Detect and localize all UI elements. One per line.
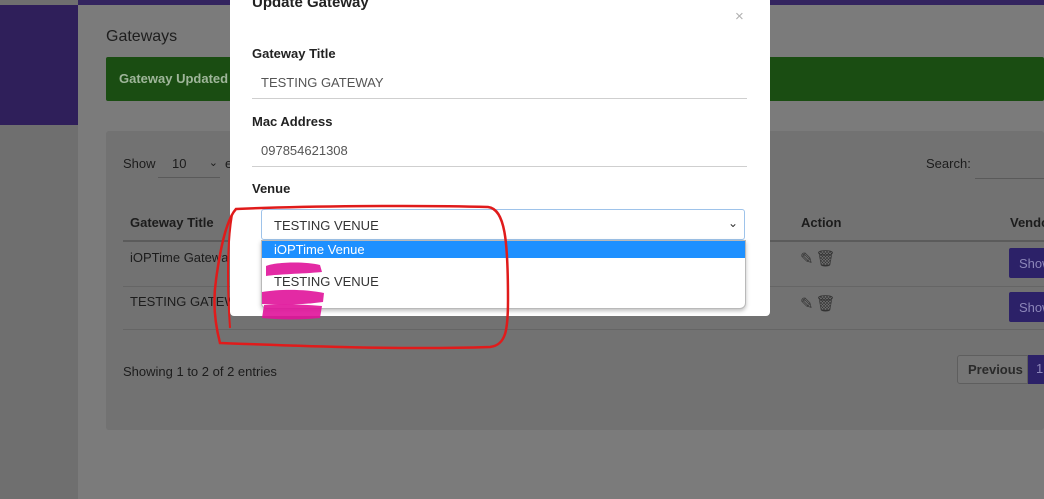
venue-option-ioptime[interactable]: iOPTime Venue bbox=[262, 241, 745, 258]
venue-label: Venue bbox=[252, 181, 291, 196]
column-header-vendor[interactable]: Vendo bbox=[1010, 215, 1044, 230]
edit-icon[interactable]: ✎ bbox=[800, 251, 815, 268]
venue-option-testing[interactable]: TESTING VENUE bbox=[262, 274, 745, 292]
row-actions: ✎🗑 bbox=[800, 249, 838, 269]
modal-title: Update Gateway bbox=[252, 0, 369, 11]
gateway-title-input[interactable] bbox=[252, 67, 747, 99]
close-icon[interactable]: × bbox=[735, 8, 744, 25]
trash-icon[interactable]: 🗑 bbox=[815, 296, 837, 313]
column-header-gateway-title[interactable]: Gateway Title bbox=[130, 215, 214, 230]
chevron-down-icon: ⌄ bbox=[727, 216, 738, 230]
search-input[interactable] bbox=[975, 151, 1044, 179]
venue-selected-value: TESTING VENUE bbox=[274, 218, 379, 233]
page-title: Gateways bbox=[106, 28, 178, 45]
row-actions: ✎🗑 bbox=[800, 294, 838, 314]
previous-button[interactable]: Previous bbox=[957, 355, 1028, 384]
table-row-title: iOPTime Gatewa bbox=[130, 250, 229, 265]
chevron-down-icon: ⌄ bbox=[208, 157, 218, 169]
gateway-title-label: Gateway Title bbox=[252, 46, 336, 61]
table-row-title: TESTING GATEW bbox=[130, 294, 237, 309]
entries-select[interactable]: 10 ⌄ bbox=[158, 150, 220, 178]
entries-value: 10 bbox=[172, 156, 187, 171]
alert-text: Gateway Updated bbox=[119, 71, 229, 86]
show-button[interactable]: Show bbox=[1009, 248, 1044, 278]
show-button[interactable]: Show bbox=[1009, 292, 1044, 322]
trash-icon[interactable]: 🗑 bbox=[815, 251, 837, 268]
mac-address-label: Mac Address bbox=[252, 114, 333, 129]
venue-select[interactable]: TESTING VENUE ⌄ bbox=[261, 209, 745, 240]
column-header-action: Action bbox=[801, 215, 842, 230]
edit-icon[interactable]: ✎ bbox=[800, 296, 815, 313]
row-divider bbox=[123, 329, 1044, 330]
sidebar-header bbox=[0, 5, 78, 125]
mac-address-input[interactable] bbox=[252, 135, 747, 167]
venue-dropdown-list: iOPTime Venue TESTING VENUE bbox=[261, 240, 746, 309]
show-entries-label: Show bbox=[123, 156, 156, 171]
table-info: Showing 1 to 2 of 2 entries bbox=[123, 364, 277, 379]
search-label: Search: bbox=[926, 156, 971, 171]
page-1-button[interactable]: 1 bbox=[1028, 355, 1044, 384]
